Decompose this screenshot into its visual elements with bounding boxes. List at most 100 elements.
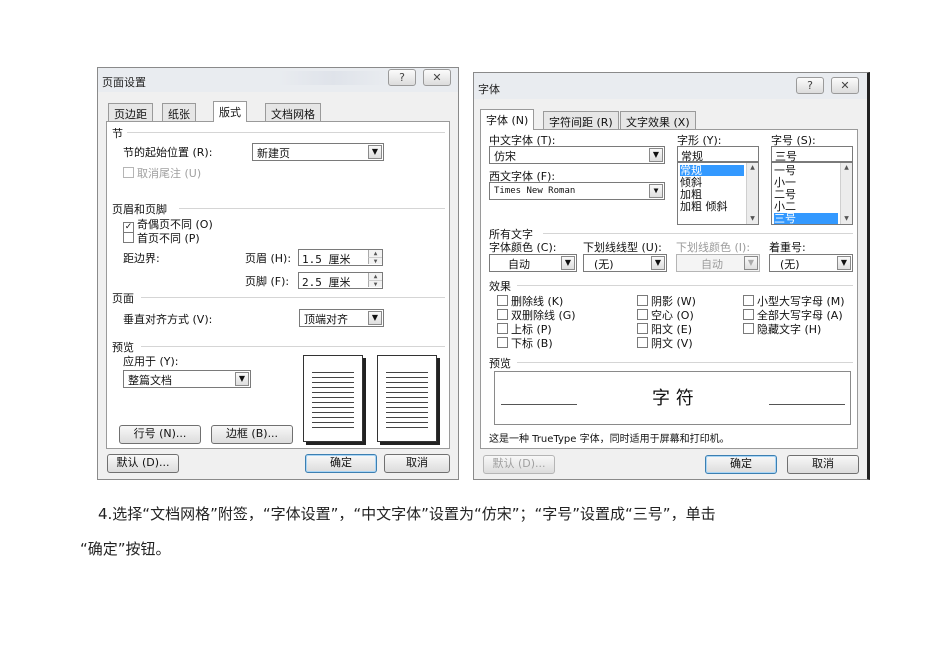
checkbox-box (743, 295, 754, 306)
font-default-button[interactable]: 默认 (D)... (483, 455, 555, 474)
list-item[interactable]: 三号 (774, 213, 838, 224)
borders-button[interactable]: 边框 (B)... (211, 425, 293, 444)
list-item[interactable]: 加粗 倾斜 (680, 201, 728, 212)
checkbox-box (497, 337, 508, 348)
tab-margins[interactable]: 页边距 (108, 103, 153, 121)
divider (127, 132, 445, 133)
cancel-button[interactable]: 取消 (384, 454, 450, 473)
caption-line-1: 4.选择“文档网格”附签，“字体设置”，“中文字体”设置为“仿宋”；“字号”设置… (98, 505, 716, 523)
first-page-label: 首页不同 (P) (137, 232, 200, 245)
scrollbar[interactable]: ▲ ▼ (746, 163, 758, 224)
tab-paper[interactable]: 纸张 (162, 103, 196, 121)
cn-font-value: 仿宋 (494, 150, 516, 163)
scroll-down-icon[interactable]: ▼ (747, 214, 758, 224)
effects-title: 效果 (489, 280, 511, 293)
tab-layout[interactable]: 版式 (213, 101, 247, 122)
close-icon[interactable]: ✕ (423, 69, 451, 86)
checkbox-label: 下标 (B) (511, 337, 553, 350)
font-dialog: 字体 ? ✕ 字体 (N) 字符间距 (R) 文字效果 (X) 中文字体 (T)… (473, 72, 870, 480)
checkbox-label: 隐藏文字 (H) (757, 323, 822, 336)
divider (517, 362, 853, 363)
chevron-down-icon: ▼ (744, 256, 758, 270)
font-color-select[interactable]: 自动 ▼ (489, 254, 577, 272)
header-distance-label: 页眉 (H): (245, 252, 292, 265)
tab-character-spacing[interactable]: 字符间距 (R) (543, 111, 619, 129)
section-start-value: 新建页 (257, 147, 290, 160)
tab-font[interactable]: 字体 (N) (480, 109, 535, 130)
underline-style-label: 下划线线型 (U): (583, 241, 662, 254)
preview-page-right (377, 355, 437, 442)
tab-document-grid[interactable]: 文档网格 (265, 103, 321, 121)
ok-button[interactable]: 确定 (305, 454, 377, 473)
scroll-up-icon[interactable]: ▲ (841, 163, 852, 173)
page-setup-title: 页面设置 (102, 76, 146, 89)
truetype-note: 这是一种 TrueType 字体，同时适用于屏幕和打印机。 (489, 434, 730, 445)
hidden-text-checkbox[interactable]: 隐藏文字 (H) (743, 321, 821, 337)
spin-up-icon[interactable]: ▲ (368, 250, 382, 257)
suppress-endnotes-checkbox[interactable]: 取消尾注 (U) (123, 165, 201, 181)
preview-sample-text: 字 符 (652, 388, 694, 409)
subscript-checkbox[interactable]: 下标 (B) (497, 335, 553, 351)
checkbox-box (497, 323, 508, 334)
font-style-input[interactable]: 常规 (677, 146, 759, 163)
help-icon[interactable]: ? (796, 77, 824, 94)
divider (179, 208, 445, 209)
checkbox-box (637, 295, 648, 306)
west-font-select[interactable]: Times New Roman ▼ (489, 182, 665, 200)
list-item[interactable]: 倾斜 (680, 177, 702, 188)
footer-distance-input[interactable]: 2.5 厘米 ▲ ▼ (298, 272, 383, 289)
divider (543, 233, 853, 234)
section-title: 节 (112, 127, 123, 140)
valign-label: 垂直对齐方式 (V): (123, 313, 213, 326)
checkbox-box (743, 323, 754, 334)
underline-style-select[interactable]: (无) ▼ (583, 254, 667, 272)
cn-font-select[interactable]: 仿宋 ▼ (489, 146, 665, 164)
font-color-label: 字体颜色 (C): (489, 241, 557, 254)
close-icon[interactable]: ✕ (831, 77, 859, 94)
list-item[interactable]: 加粗 (680, 189, 702, 200)
list-item[interactable]: 常规 (680, 165, 744, 176)
emphasis-select[interactable]: (无) ▼ (769, 254, 853, 272)
font-size-input[interactable]: 三号 (771, 146, 853, 163)
font-ok-button[interactable]: 确定 (705, 455, 777, 474)
chevron-down-icon: ▼ (561, 256, 575, 270)
list-item[interactable]: 小二 (774, 201, 796, 212)
page-section-title: 页面 (112, 292, 134, 305)
font-style-list[interactable]: 常规 倾斜 加粗 加粗 倾斜 ▲ ▼ (677, 162, 759, 225)
line-numbers-button[interactable]: 行号 (N)... (119, 425, 201, 444)
default-button[interactable]: 默认 (D)... (107, 454, 179, 473)
scroll-down-icon[interactable]: ▼ (841, 214, 852, 224)
spin-up-icon[interactable]: ▲ (368, 273, 382, 280)
list-item[interactable]: 一号 (774, 165, 796, 176)
page-setup-titlebar: 页面设置 ? ✕ (98, 68, 458, 92)
scroll-up-icon[interactable]: ▲ (747, 163, 758, 173)
font-dialog-title: 字体 (478, 83, 500, 96)
tab-text-effects[interactable]: 文字效果 (X) (620, 111, 696, 129)
header-distance-input[interactable]: 1.5 厘米 ▲ ▼ (298, 249, 383, 266)
first-page-checkbox[interactable]: 首页不同 (P) (123, 230, 200, 246)
list-item[interactable]: 二号 (774, 189, 796, 200)
spin-down-icon[interactable]: ▼ (368, 280, 382, 288)
valign-select[interactable]: 顶端对齐 ▼ (299, 309, 384, 327)
preview-rule (769, 404, 845, 405)
font-size-list[interactable]: 一号 小一 二号 小二 三号 ▲ ▼ (771, 162, 853, 225)
engrave-checkbox[interactable]: 阴文 (V) (637, 335, 693, 351)
list-item[interactable]: 小一 (774, 177, 796, 188)
preview-rule (501, 404, 577, 405)
apply-to-select[interactable]: 整篇文档 ▼ (123, 370, 251, 388)
underline-color-select[interactable]: 自动 ▼ (676, 254, 760, 272)
section-start-select[interactable]: 新建页 ▼ (252, 143, 384, 161)
apply-to-label: 应用于 (Y): (123, 355, 179, 368)
titlebar-blur (278, 71, 388, 85)
font-cancel-button[interactable]: 取消 (787, 455, 859, 474)
underline-color-label: 下划线颜色 (I): (676, 241, 751, 254)
chevron-down-icon: ▼ (649, 148, 663, 162)
header-footer-title: 页眉和页脚 (112, 203, 167, 216)
scrollbar[interactable]: ▲ ▼ (840, 163, 852, 224)
help-icon[interactable]: ? (388, 69, 416, 86)
emphasis-label: 着重号: (769, 241, 806, 254)
page-setup-tabs: 页边距 纸张 版式 文档网格 (108, 101, 448, 122)
spin-down-icon[interactable]: ▼ (368, 257, 382, 265)
apply-to-value: 整篇文档 (128, 374, 172, 387)
chevron-down-icon: ▼ (649, 184, 663, 198)
